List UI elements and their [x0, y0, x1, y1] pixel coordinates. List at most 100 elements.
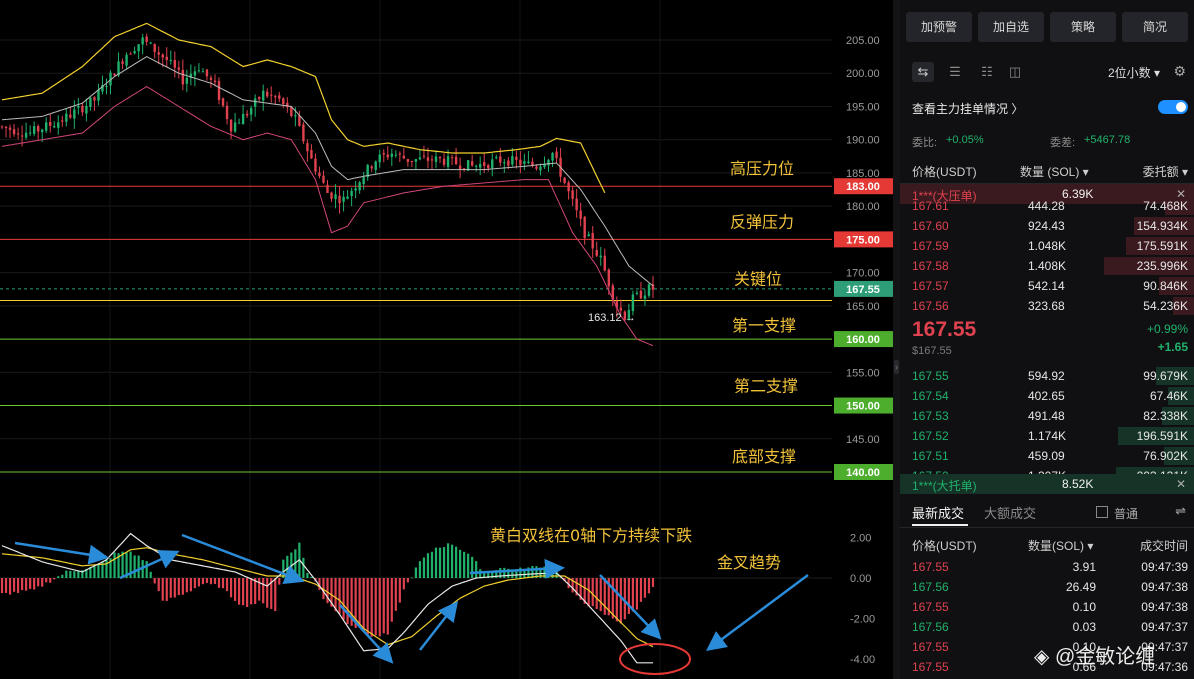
macd-bar: [310, 576, 313, 578]
macd-bar: [639, 578, 643, 602]
candle-body: [201, 71, 205, 73]
macd-bar: [73, 571, 76, 578]
main-orders-toggle[interactable]: [1158, 100, 1188, 114]
chart-area[interactable]: 高压力位 反弹压力 关键位 第一支撑 第二支撑 底部支撑 163.12 → 205.00 200…: [0, 0, 900, 679]
candle-body: [205, 69, 209, 77]
ask-row[interactable]: 167.57 542.14 90.846K: [900, 276, 1194, 296]
ask-row[interactable]: 167.61 444.28 74.468K: [900, 196, 1194, 216]
y-tick-label: 205.00: [846, 35, 880, 47]
macd-bar: [225, 578, 229, 592]
candle-body: [519, 159, 522, 166]
candle-body: [145, 36, 148, 42]
watermark-text: @金敏论缠: [1054, 646, 1156, 668]
macd-bar: [358, 578, 361, 628]
candle-body: [49, 121, 52, 126]
macd-bar: [326, 578, 329, 604]
main-orders-label[interactable]: 查看主力挂单情况 〉: [912, 100, 1023, 117]
candle-body: [334, 194, 337, 200]
add-watchlist-button[interactable]: 加自选: [978, 12, 1044, 42]
macd-bar: [254, 578, 257, 605]
candle-body: [209, 77, 213, 80]
macd-bar: [181, 578, 184, 595]
candle-body: [149, 42, 152, 44]
candle-body: [32, 126, 36, 134]
candle-body: [326, 184, 329, 193]
macd-bar: [21, 578, 24, 591]
bid-amount: 76.902K: [1143, 449, 1188, 463]
ask-row[interactable]: 167.59 1.048K 175.591K: [900, 236, 1194, 256]
trade-time: 09:47:38: [1141, 600, 1188, 614]
macd-bar: [33, 578, 36, 590]
view-both-icon[interactable]: ⇆: [912, 62, 934, 82]
candle-body: [474, 165, 478, 167]
view-bids-icon[interactable]: ☰: [944, 62, 966, 82]
normal-checkbox[interactable]: [1096, 506, 1108, 518]
macd-bar: [531, 566, 534, 578]
trade-qty: 0.10: [1072, 600, 1096, 614]
normal-label: 普通: [1114, 507, 1139, 521]
candle-body: [583, 216, 586, 239]
candle-body: [241, 114, 245, 125]
side-panel: 加预警 加自选 策略 简况 ⇆ ☰ ☷ ◫ 2位小数 ▾ ⚙ 查看主力挂单情况 …: [900, 0, 1194, 679]
col-amount[interactable]: 委托额 ▾: [1143, 163, 1188, 180]
candle-body: [85, 105, 88, 114]
filter-icon[interactable]: ⇌: [1175, 503, 1186, 519]
strategy-button[interactable]: 策略: [1050, 12, 1116, 42]
macd-bar: [153, 578, 156, 584]
bid-row[interactable]: 167.53 491.48 82.338K: [900, 406, 1194, 426]
decimals-select[interactable]: 2位小数 ▾: [1108, 64, 1160, 81]
settings-gear-icon[interactable]: ⚙: [1173, 63, 1186, 80]
macd-bar: [8, 578, 12, 595]
bid-row[interactable]: 167.54 402.65 67.46K: [900, 386, 1194, 406]
panel-splitter[interactable]: ›: [893, 0, 900, 679]
big-bid-label: 1***(大托单): [912, 479, 977, 493]
macd-bar: [366, 578, 369, 636]
tab-latest-trades[interactable]: 最新成交: [912, 503, 964, 522]
bid-qty: 459.09: [1028, 449, 1065, 463]
splitter-handle-icon[interactable]: ›: [894, 360, 899, 374]
macd-bar: [551, 569, 554, 578]
candle-body: [318, 172, 321, 177]
trade-qty: 3.91: [1072, 560, 1096, 574]
macd-bar: [338, 578, 341, 614]
candle-body: [137, 44, 140, 52]
ask-row[interactable]: 167.58 1.408K 235.996K: [900, 256, 1194, 276]
ask-amount: 74.468K: [1143, 199, 1188, 213]
macd-bar: [595, 578, 598, 609]
big-bid-bar[interactable]: 1***(大托单) 8.52K ✕: [900, 474, 1194, 494]
candle-body: [503, 162, 506, 164]
candle-body: [57, 122, 60, 128]
y-tick-label: 200.00: [846, 68, 880, 80]
bid-row[interactable]: 167.55 594.92 99.679K: [900, 366, 1194, 386]
view-trades-icon[interactable]: ◫: [1004, 62, 1026, 82]
bid-row[interactable]: 167.52 1.174K 196.591K: [900, 426, 1194, 446]
candle-body: [221, 98, 225, 106]
trade-col-qty[interactable]: 数量(SOL) ▾: [1028, 537, 1093, 554]
change-abs: +1.65: [1157, 340, 1188, 354]
tab-large-trades[interactable]: 大额成交: [984, 503, 1036, 522]
col-qty[interactable]: 数量 (SOL) ▾: [1020, 163, 1089, 180]
trade-price: 167.55: [912, 600, 949, 614]
overview-button[interactable]: 简况: [1122, 12, 1188, 42]
candle-body: [69, 114, 72, 118]
bid-qty: 1.174K: [1028, 429, 1067, 443]
trade-col-price: 价格(USDT): [912, 539, 977, 553]
bid-row[interactable]: 167.51 459.09 76.902K: [900, 446, 1194, 466]
price-chart[interactable]: 高压力位反弹压力关键位第一支撑第二支撑底部支撑 163.12 → 205.00 200…: [0, 0, 893, 679]
add-alert-button[interactable]: 加预警: [906, 12, 972, 42]
close-icon[interactable]: ✕: [1176, 477, 1186, 491]
candle-body: [105, 86, 108, 88]
ask-row[interactable]: 167.56 323.68 54.236K: [900, 296, 1194, 316]
candle-body: [0, 126, 4, 128]
macd-bar: [418, 561, 422, 578]
macd-bar: [133, 555, 136, 578]
macd-bar: [157, 578, 160, 592]
candle-body: [555, 151, 558, 159]
ask-row[interactable]: 167.60 924.43 154.934K: [900, 216, 1194, 236]
macd-bar: [197, 578, 201, 587]
view-asks-icon[interactable]: ☷: [976, 62, 998, 82]
ask-price: 167.58: [912, 259, 949, 273]
orderbook-view-toolbar: ⇆ ☰ ☷ ◫ 2位小数 ▾ ⚙: [900, 60, 1194, 84]
ask-qty: 542.14: [1028, 279, 1065, 293]
candle-body: [28, 132, 32, 134]
